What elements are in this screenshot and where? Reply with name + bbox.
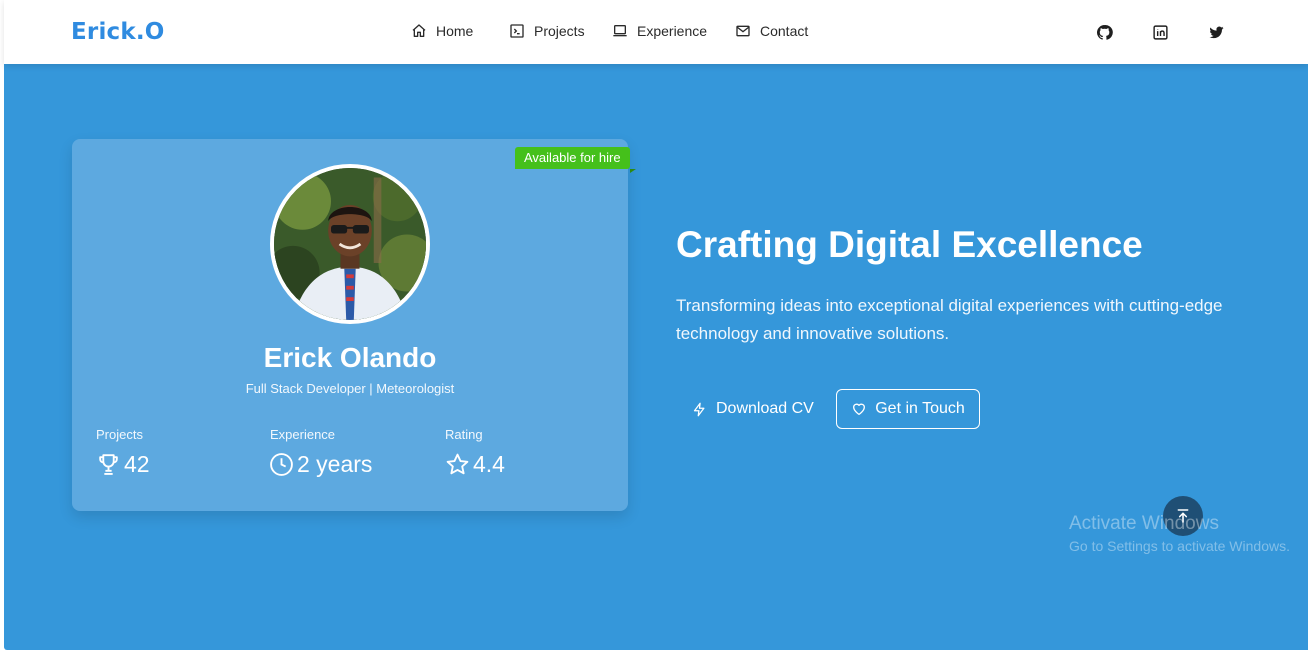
available-badge: Available for hire (515, 147, 630, 169)
profile-name: Erick Olando (263, 342, 437, 373)
star-icon (446, 453, 469, 475)
nav-link-label: Contact (760, 23, 809, 39)
brand-logo[interactable]: Erick.O (71, 19, 165, 45)
stat-value-experience: 2 years (297, 451, 373, 477)
clock-icon (270, 453, 293, 476)
mail-icon (736, 25, 750, 37)
avatar (270, 164, 430, 324)
stat-label-experience: Experience (270, 427, 336, 442)
hero-subtext: Transforming ideas into exceptional digi… (676, 296, 1223, 343)
badge-fold (630, 169, 636, 173)
github-link[interactable] (1094, 22, 1114, 42)
stat-value-projects: 42 (124, 451, 150, 477)
stat-label-projects: Projects (96, 427, 143, 442)
github-icon (1096, 24, 1113, 40)
stat-rating: 4.4 (445, 451, 505, 478)
stat-projects: 42 (96, 451, 150, 478)
twitter-icon (1208, 26, 1224, 38)
lightning-icon (693, 402, 705, 416)
twitter-link[interactable] (1206, 22, 1226, 42)
laptop-icon (613, 25, 627, 37)
linkedin-icon (1152, 24, 1168, 40)
home-icon (412, 24, 426, 37)
hero-headline: Crafting Digital Excellence (676, 224, 1143, 265)
nav-link-label: Projects (534, 23, 585, 39)
stat-value-rating: 4.4 (473, 451, 505, 477)
profile-role: Full Stack Developer | Meteorologist (245, 381, 455, 396)
stat-label-rating: Rating (445, 427, 483, 442)
linkedin-link[interactable] (1150, 22, 1170, 42)
nav-link-experience[interactable]: Experience (612, 23, 707, 39)
get-in-touch-button[interactable]: Get in Touch (836, 389, 980, 429)
watermark-title: Activate Windows (1069, 513, 1219, 534)
download-cv-button[interactable]: Download CV (692, 389, 814, 429)
activate-windows-watermark: Activate Windows Go to Settings to activ… (1069, 513, 1290, 554)
nav-link-home[interactable]: Home (411, 23, 473, 39)
watermark-subtitle: Go to Settings to activate Windows. (1069, 538, 1290, 554)
stat-experience: 2 years (269, 451, 372, 478)
get-in-touch-label: Get in Touch (875, 400, 965, 417)
nav-link-projects[interactable]: Projects (509, 23, 585, 39)
nav-link-label: Home (436, 23, 474, 39)
terminal-icon (510, 24, 524, 38)
nav-link-contact[interactable]: Contact (735, 23, 808, 39)
profile-photo (274, 168, 426, 320)
heart-icon (853, 403, 866, 415)
download-cv-label: Download CV (716, 400, 814, 417)
nav-link-label: Experience (637, 23, 708, 39)
trophy-icon (99, 454, 118, 475)
navbar: Erick.O Home Projects Experience Contact (4, 0, 1308, 64)
